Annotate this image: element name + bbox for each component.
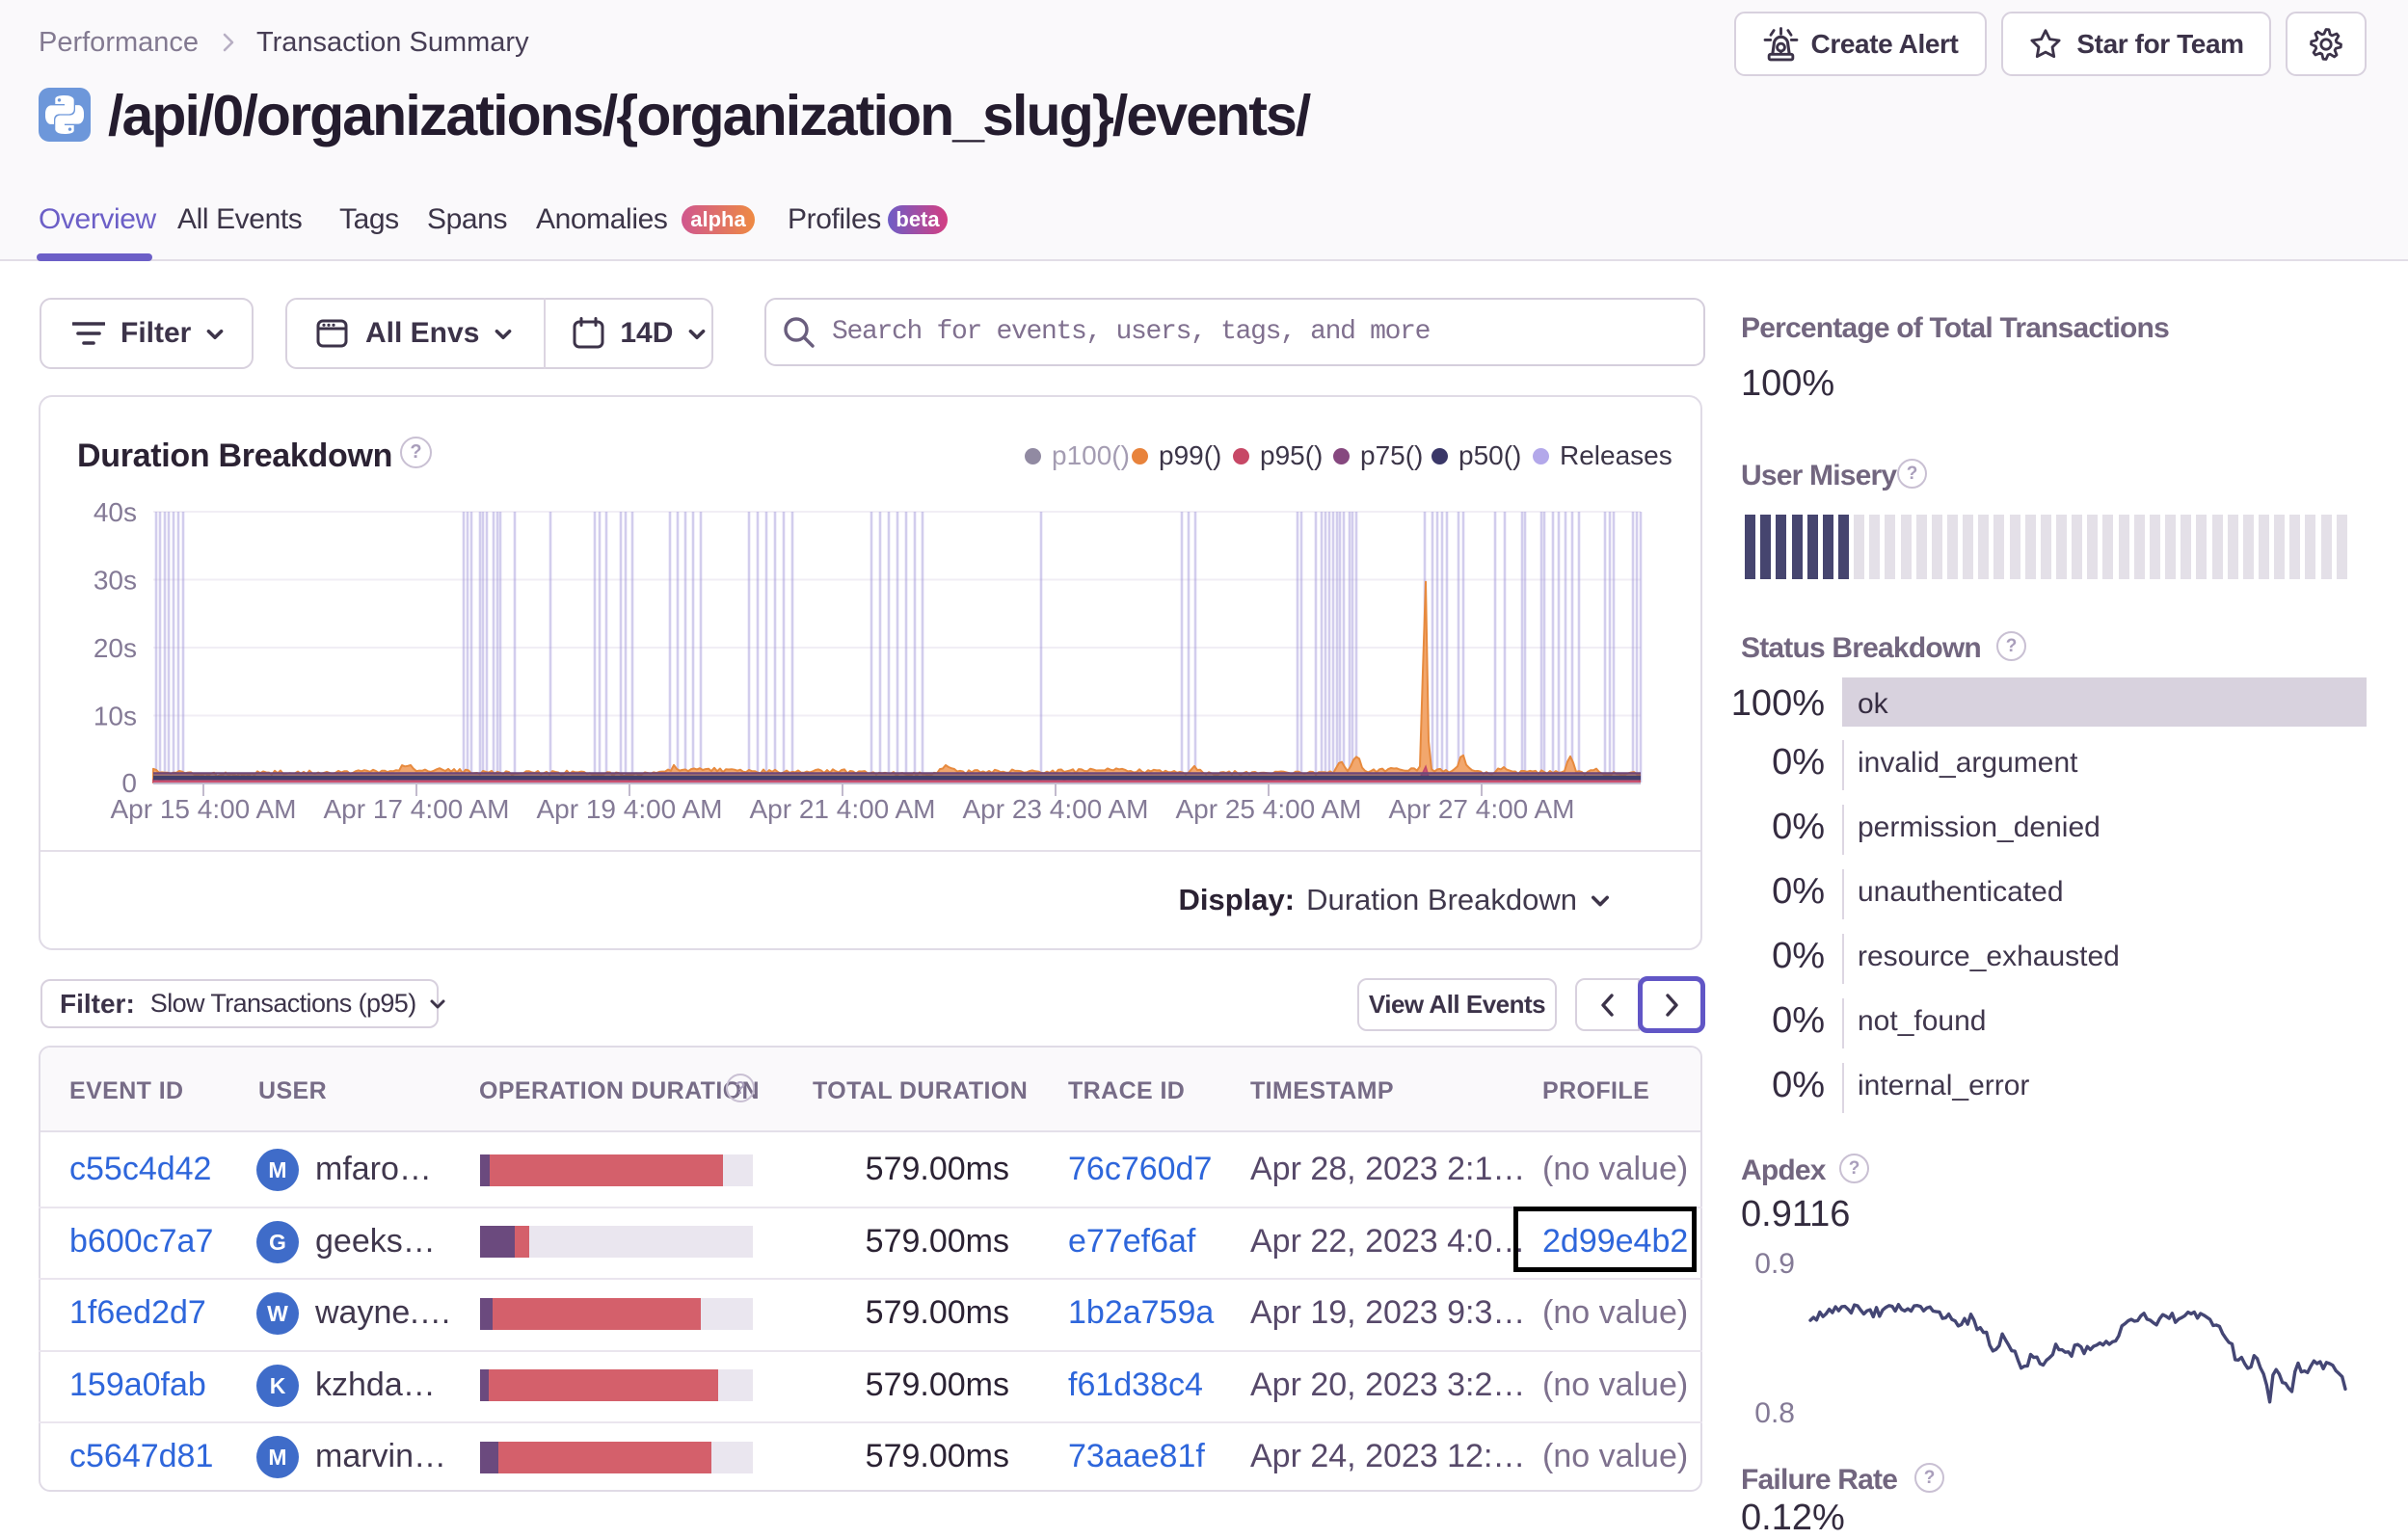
svg-text:Apr 17 4:00 AM: Apr 17 4:00 AM	[323, 794, 509, 824]
svg-text:10s: 10s	[94, 702, 137, 731]
svg-text:30s: 30s	[94, 566, 137, 596]
svg-text:Apr 21 4:00 AM: Apr 21 4:00 AM	[749, 794, 935, 824]
svg-text:Apr 27 4:00 AM: Apr 27 4:00 AM	[1388, 794, 1574, 824]
svg-text:Apr 25 4:00 AM: Apr 25 4:00 AM	[1175, 794, 1361, 824]
svg-text:Apr 15 4:00 AM: Apr 15 4:00 AM	[110, 794, 296, 824]
svg-text:Apr 19 4:00 AM: Apr 19 4:00 AM	[536, 794, 722, 824]
svg-text:Apr 23 4:00 AM: Apr 23 4:00 AM	[962, 794, 1148, 824]
svg-text:40s: 40s	[94, 497, 137, 527]
svg-text:20s: 20s	[94, 633, 137, 663]
